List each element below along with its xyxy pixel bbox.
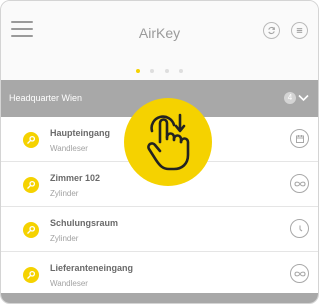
sync-icon[interactable] — [263, 22, 280, 39]
list-icon[interactable] — [291, 22, 308, 39]
key-icon — [23, 132, 39, 148]
key-icon — [23, 177, 39, 193]
page-dot[interactable] — [150, 69, 155, 73]
lock-name: Haupteingang — [50, 128, 110, 138]
list-item[interactable]: Schulungsraum Zylinder — [1, 207, 318, 252]
pull-down-hand-icon — [124, 98, 212, 186]
clock-icon[interactable] — [290, 219, 309, 238]
site-name: Headquarter Wien — [9, 93, 83, 103]
key-icon — [23, 222, 39, 238]
calendar-icon[interactable] — [290, 129, 309, 148]
infinity-icon[interactable] — [290, 264, 309, 283]
lock-name: Zimmer 102 — [50, 173, 101, 183]
lock-type: Zylinder — [50, 234, 79, 243]
chevron-down-icon[interactable] — [298, 91, 309, 105]
key-icon — [23, 267, 39, 283]
lock-type: Zylinder — [50, 189, 79, 198]
site-count-badge: 4 — [284, 92, 296, 104]
lock-name: Schulungsraum — [50, 218, 119, 228]
list-item[interactable]: Lieferanteneingang Wandleser — [1, 252, 318, 297]
next-site-header[interactable] — [1, 293, 318, 303]
page-dot-active[interactable] — [135, 69, 140, 73]
lock-type: Wandleser — [50, 144, 88, 153]
lock-name: Lieferanteneingang — [50, 263, 134, 273]
infinity-icon[interactable] — [290, 174, 309, 193]
top-bar: AirKey — [1, 1, 318, 47]
page-dot[interactable] — [179, 69, 184, 73]
app-frame: AirKey Headquarter Wien 4 Haupteingang W… — [0, 0, 319, 304]
page-dot[interactable] — [164, 69, 169, 73]
lock-type: Wandleser — [50, 279, 88, 288]
page-indicator — [1, 60, 318, 78]
